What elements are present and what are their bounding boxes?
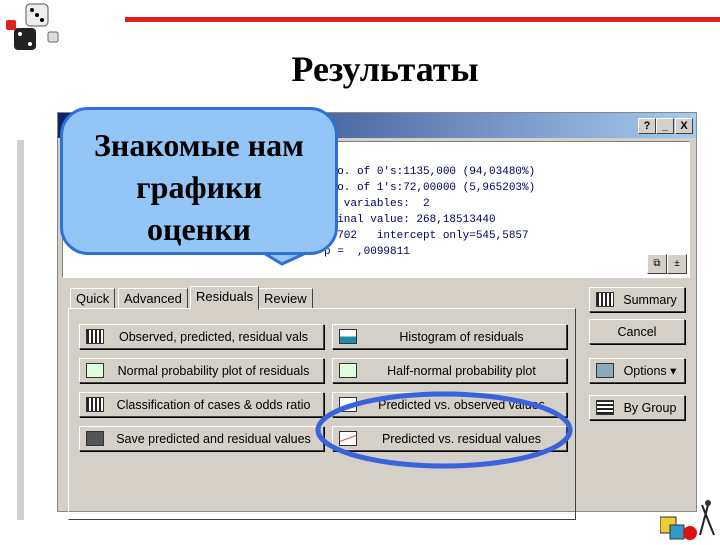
- copy-icon[interactable]: ⧉: [647, 254, 667, 274]
- help-button[interactable]: ?: [638, 118, 656, 134]
- options-icon: [596, 363, 614, 378]
- expand-icon[interactable]: ±: [667, 254, 687, 274]
- predicted-vs-observed-button[interactable]: Predicted vs. observed values: [332, 392, 567, 417]
- tab-residuals[interactable]: Residuals: [190, 286, 260, 310]
- callout-line: графики: [136, 169, 262, 205]
- tab-advanced[interactable]: Advanced: [118, 288, 188, 309]
- options-button[interactable]: Options ▾: [589, 358, 685, 383]
- callout-line: оценки: [147, 211, 251, 247]
- classification-button[interactable]: Classification of cases & odds ratio: [79, 392, 324, 417]
- half-normal-plot-button[interactable]: Half-normal probability plot: [332, 358, 567, 383]
- normal-probability-plot-button[interactable]: Normal probability plot of residuals: [79, 358, 324, 383]
- save-table-icon: [86, 431, 104, 446]
- header-rule: [125, 17, 720, 22]
- side-bar: [17, 140, 24, 520]
- scatter-plot-icon: [86, 363, 104, 378]
- save-predicted-button[interactable]: Save predicted and residual values: [79, 426, 324, 451]
- cancel-button[interactable]: Cancel: [589, 319, 685, 344]
- histogram-icon: [339, 329, 357, 344]
- summary-icon: [596, 292, 614, 307]
- by-group-icon: [596, 400, 614, 415]
- scatter-plot-icon: [339, 397, 357, 412]
- tab-review[interactable]: Review: [258, 288, 313, 309]
- minimize-button[interactable]: _: [656, 118, 674, 134]
- callout-line: Знакомые нам: [94, 127, 304, 163]
- tab-quick[interactable]: Quick: [70, 288, 116, 309]
- table-icon: [86, 329, 104, 344]
- close-button[interactable]: X: [675, 118, 693, 134]
- geometry-clipart: [659, 495, 720, 540]
- callout-bubble: Знакомые нам графики оценки: [60, 107, 338, 255]
- table-icon: [86, 397, 104, 412]
- histogram-residuals-button[interactable]: Histogram of residuals: [332, 324, 567, 349]
- scatter-plot-icon: [339, 431, 357, 446]
- predicted-vs-residual-button[interactable]: Predicted vs. residual values: [332, 426, 567, 451]
- scatter-plot-icon: [339, 363, 357, 378]
- observed-predicted-residual-button[interactable]: Observed, predicted, residual vals: [79, 324, 324, 349]
- summary-button[interactable]: Summary: [589, 287, 685, 312]
- slide-title: Результаты: [291, 49, 479, 89]
- by-group-button[interactable]: By Group: [589, 395, 685, 420]
